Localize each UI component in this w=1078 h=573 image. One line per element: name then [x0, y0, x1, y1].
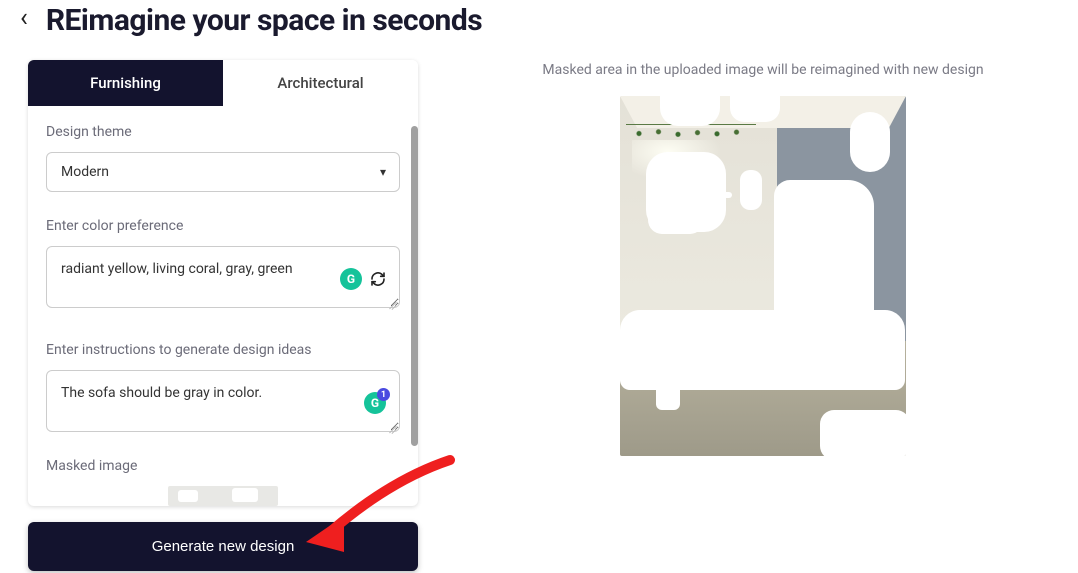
page-title: REimagine your space in seconds	[46, 3, 482, 38]
masked-image-label: Masked image	[46, 458, 400, 474]
instructions-input[interactable]	[46, 370, 400, 432]
preview-hint: Masked area in the uploaded image will b…	[448, 62, 1078, 78]
grammarly-icon[interactable]: G	[364, 392, 386, 414]
refresh-icon[interactable]	[370, 271, 386, 287]
scrollbar[interactable]	[411, 126, 418, 446]
instructions-label: Enter instructions to generate design id…	[46, 342, 400, 358]
tab-furnishing[interactable]: Furnishing	[28, 60, 223, 106]
masked-image-thumbnail[interactable]	[168, 486, 278, 506]
form-panel: Furnishing Architectural Design theme Mo…	[28, 60, 418, 573]
generate-new-design-button[interactable]: Generate new design	[28, 522, 418, 571]
preview-panel: Masked area in the uploaded image will b…	[448, 60, 1078, 573]
tab-architectural[interactable]: Architectural	[223, 60, 418, 106]
color-preference-label: Enter color preference	[46, 218, 400, 234]
form-card: Furnishing Architectural Design theme Mo…	[28, 60, 418, 506]
grammarly-icon[interactable]: G	[340, 268, 362, 290]
design-theme-select[interactable]: Modern	[46, 152, 400, 192]
design-theme-label: Design theme	[46, 124, 400, 140]
masked-preview-image	[620, 96, 906, 456]
tabs: Furnishing Architectural	[28, 60, 418, 106]
back-chevron-icon[interactable]: ‹	[20, 3, 28, 33]
